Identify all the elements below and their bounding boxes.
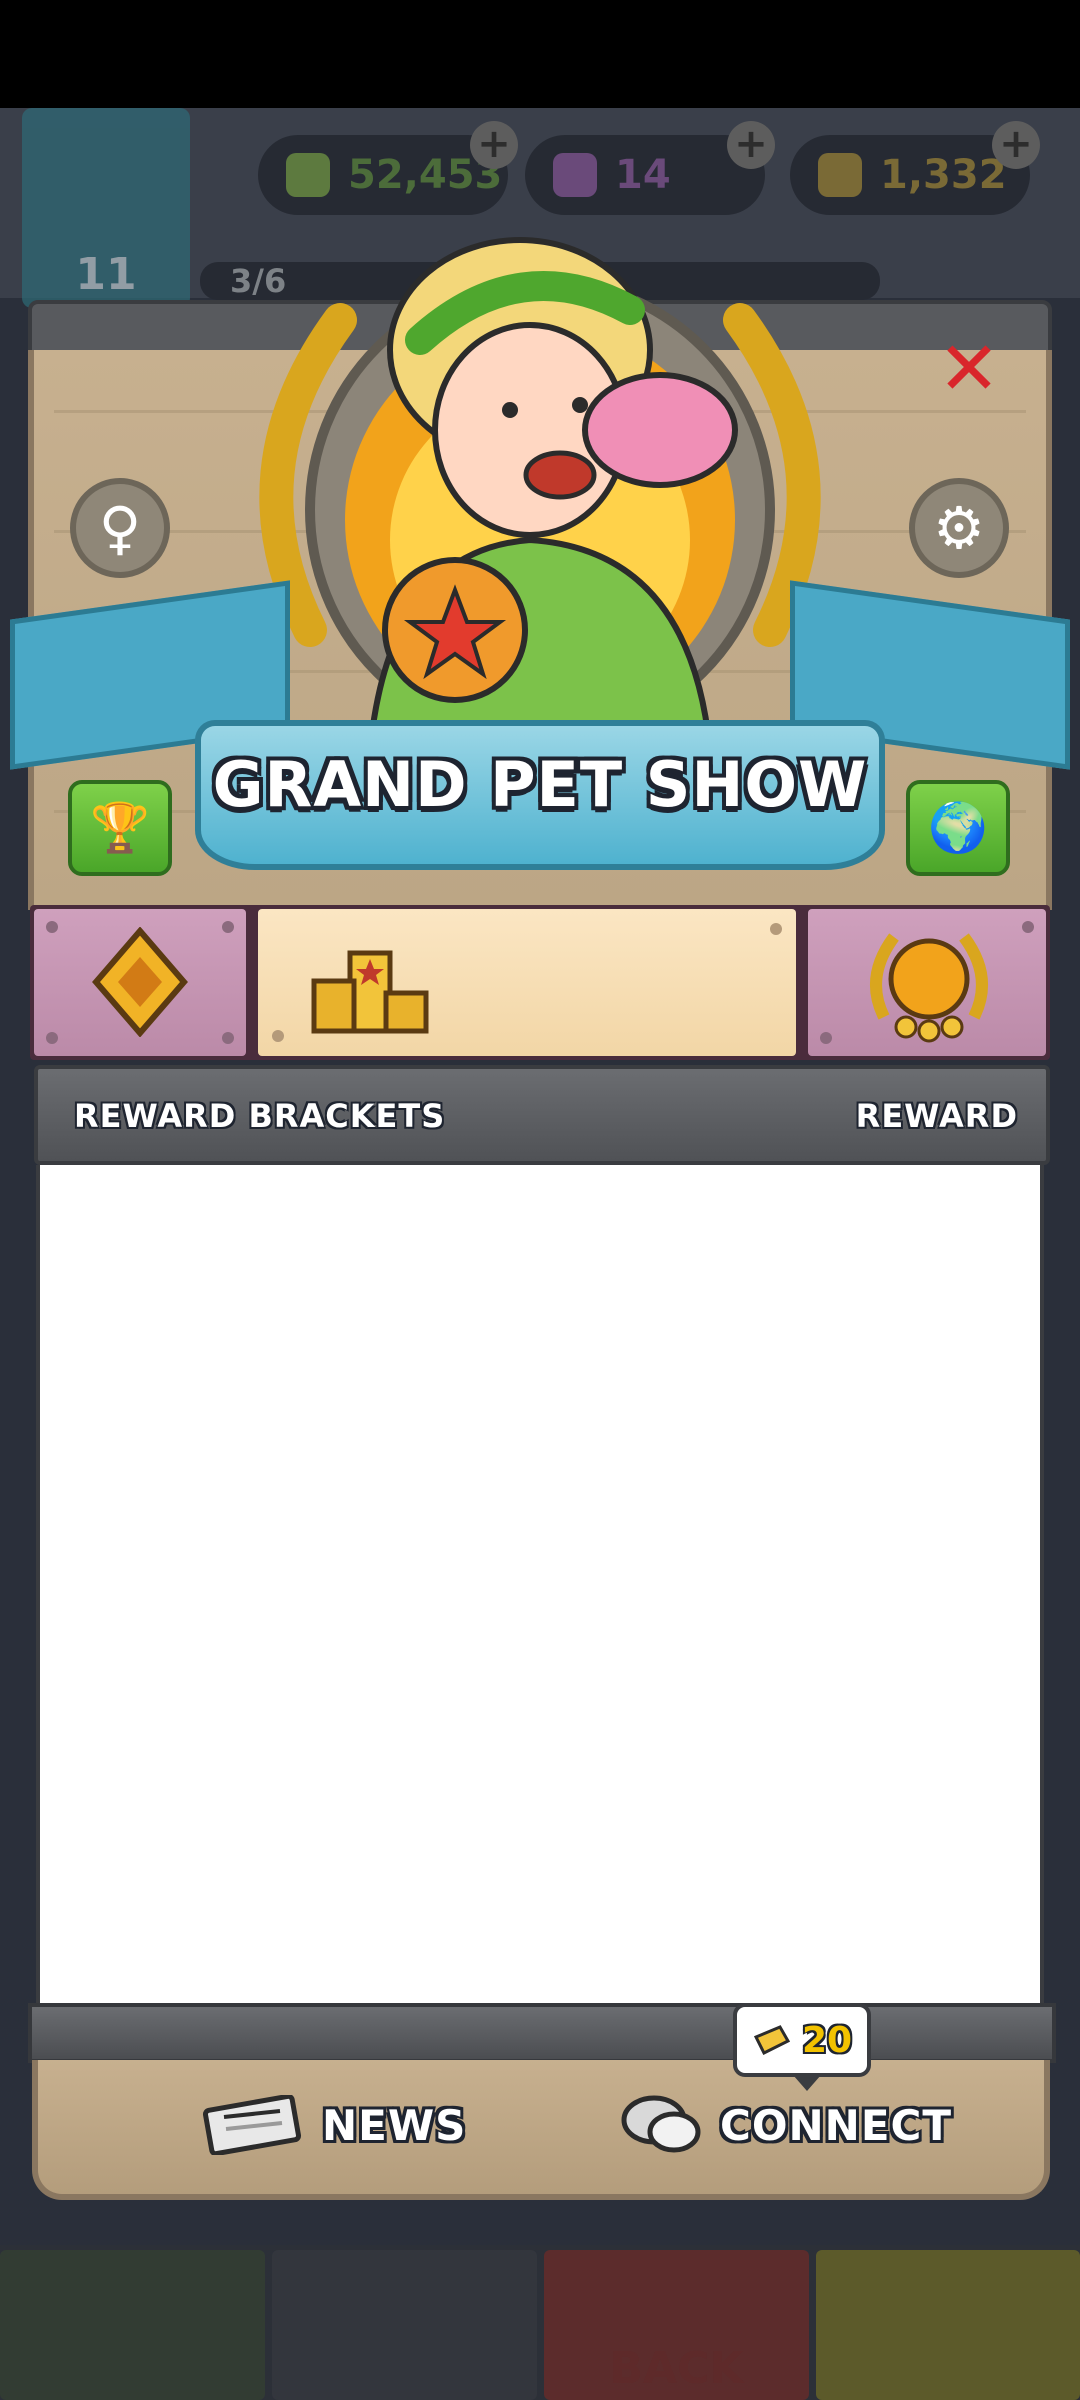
podium-icon [311, 950, 429, 1034]
add-potions-button: + [727, 121, 775, 169]
world-laurel-icon [870, 933, 988, 1043]
level-badge: 11 [22, 108, 190, 308]
tickets-counter: 1,332 + [790, 121, 1040, 215]
world-laurel-tab[interactable] [808, 909, 1046, 1056]
potions-counter: 14 + [525, 121, 775, 215]
reward-column-label: REWARD [855, 1097, 1018, 1135]
gem-tab[interactable] [34, 909, 246, 1056]
tickets-value: 1,332 [880, 152, 1007, 198]
reward-list-header: REWARD BRACKETS REWARD [34, 1065, 1050, 1165]
close-button[interactable]: ✕ [932, 332, 1006, 406]
newspaper-icon [202, 2095, 302, 2155]
event-title: GRAND PET SHOW [212, 748, 868, 821]
coins-counter: 52,453 + [258, 121, 518, 215]
podium-tab[interactable] [258, 909, 796, 1056]
reward-brackets-label: REWARD BRACKETS [74, 1097, 446, 1135]
gem-icon [92, 927, 188, 1037]
add-tickets-button: + [992, 121, 1040, 169]
ticket-icon [753, 2025, 791, 2055]
ticket-icon [818, 153, 862, 197]
trophy-button[interactable]: 🏆 [68, 780, 172, 876]
nav-cards-icon [272, 2250, 537, 2400]
coin-bag-icon [286, 153, 330, 197]
gear-icon: ⚙ [933, 494, 985, 562]
female-symbol-icon: ♀ [98, 494, 142, 562]
trophy-icon: 🏆 [90, 800, 150, 856]
add-coins-button: + [470, 121, 518, 169]
bracket-tabs [30, 905, 1050, 1060]
event-avatar-emblem [190, 210, 890, 753]
globe-icon: 🌍 [928, 800, 988, 856]
nav-flag-icon [0, 2250, 265, 2400]
connect-button[interactable]: CONNECT [620, 2090, 952, 2160]
back-label: BACK [609, 2343, 744, 2394]
panel-bottom-rail [28, 2003, 1056, 2063]
connect-label: CONNECT [720, 2100, 952, 2150]
gender-filter-button[interactable]: ♀ [70, 478, 170, 578]
connect-cost-badge: 20 [733, 2003, 871, 2091]
connect-cost-value: 20 [801, 2019, 853, 2061]
news-label: NEWS [322, 2100, 467, 2150]
status-bar [0, 0, 1080, 108]
reward-brackets-list[interactable] [36, 1165, 1044, 2003]
potions-value: 14 [615, 152, 671, 198]
level-number: 11 [75, 249, 137, 300]
character-portrait-with-pet-icon [259, 237, 821, 753]
world-button[interactable]: 🌍 [906, 780, 1010, 876]
nav-back-button: BACK [544, 2250, 809, 2400]
news-button[interactable]: NEWS [200, 2090, 466, 2160]
nav-chest-icon [816, 2250, 1080, 2400]
close-icon: ✕ [937, 326, 1000, 412]
potion-jar-icon [553, 153, 597, 197]
chat-bubbles-icon [621, 2095, 701, 2153]
settings-button[interactable]: ⚙ [909, 478, 1009, 578]
